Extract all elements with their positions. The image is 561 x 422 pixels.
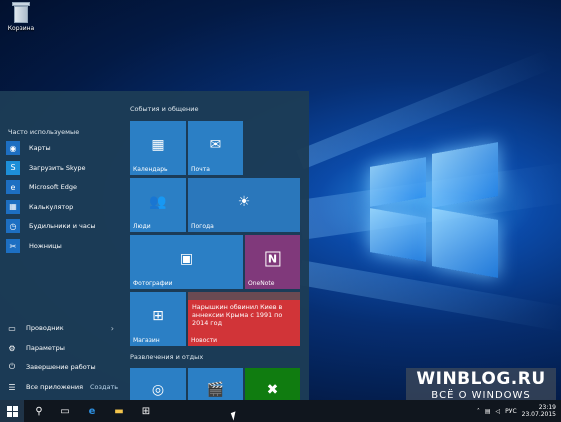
frequent-app-label: Ножницы bbox=[29, 242, 62, 250]
gear-icon: ⚙ bbox=[8, 343, 16, 353]
all-apps-label: Все приложения bbox=[26, 383, 84, 391]
system-tray: ˄ ▤ ◁ РУС 23:19 23.07.2015 bbox=[460, 400, 560, 422]
light-beam bbox=[296, 49, 555, 170]
tile-news[interactable]: Нарышкин обвинил Киев в аннексии Крыма с… bbox=[188, 292, 300, 346]
scissors-icon: ✂ bbox=[6, 239, 20, 253]
tile-calendar[interactable]: ▦ Календарь bbox=[130, 121, 186, 175]
disc-icon: ◎ bbox=[151, 382, 165, 399]
task-view-button[interactable]: ▭ bbox=[52, 400, 78, 422]
news-image bbox=[188, 292, 300, 300]
settings-label: Параметры bbox=[26, 344, 65, 352]
frequent-app-item[interactable]: ◉ Карты bbox=[6, 140, 120, 156]
volume-icon[interactable]: ◁ bbox=[496, 408, 501, 415]
xbox-icon: ✖ bbox=[266, 382, 279, 399]
tile-mail[interactable]: ✉ Почта bbox=[188, 121, 243, 175]
tile-photos-label: Фотографии bbox=[133, 280, 173, 287]
light-beam bbox=[297, 162, 561, 240]
taskbar: ⚲ ▭ e ▬ ⊞ ˄ ▤ ◁ РУС 23:19 23.07.2015 bbox=[0, 400, 561, 422]
tile-store-label: Магазин bbox=[133, 337, 160, 344]
skype-icon: S bbox=[6, 160, 20, 175]
windows-icon bbox=[6, 405, 18, 417]
tile-news-label: Новости bbox=[191, 337, 218, 344]
windows-logo-pane bbox=[370, 208, 426, 262]
tile-weather[interactable]: ☀ Погода bbox=[188, 178, 300, 232]
calendar-icon: ▦ bbox=[151, 137, 165, 154]
group-header-play: Развлечения и отдых bbox=[130, 353, 204, 361]
tile-calendar-label: Календарь bbox=[133, 166, 168, 173]
recycle-bin-label: Корзина bbox=[7, 25, 35, 32]
frequent-apps-header: Часто используемые bbox=[8, 128, 80, 136]
frequent-app-label: Загрузить Skype bbox=[29, 163, 86, 172]
frequent-app-item[interactable]: ✂ Ножницы bbox=[6, 238, 120, 254]
tile-onenote-label: OneNote bbox=[248, 280, 275, 287]
sun-icon: ☀ bbox=[237, 194, 251, 211]
task-view-icon: ▭ bbox=[60, 405, 70, 417]
power-label: Завершение работы bbox=[26, 363, 96, 371]
frequent-app-item[interactable]: e Microsoft Edge bbox=[6, 179, 120, 195]
store-bag-icon: ⊞ bbox=[141, 405, 151, 417]
tile-xbox[interactable]: ✖ bbox=[245, 368, 300, 400]
calculator-icon: ▦ bbox=[6, 199, 20, 214]
clapper-icon: 🎬 bbox=[206, 382, 225, 399]
mail-icon: ✉ bbox=[209, 137, 222, 154]
onenote-icon: N bbox=[264, 251, 281, 267]
tile-onenote[interactable]: N OneNote bbox=[245, 235, 300, 289]
watermark-title: WINBLOG.RU bbox=[416, 369, 546, 389]
clock-icon: ◷ bbox=[6, 219, 20, 234]
recycle-bin[interactable]: Корзина bbox=[4, 2, 38, 32]
light-beam bbox=[297, 260, 561, 332]
people-icon: 👥 bbox=[149, 194, 167, 211]
search-button[interactable]: ⚲ bbox=[26, 400, 52, 422]
group-header-life: События и общение bbox=[130, 105, 199, 113]
tile-people-label: Люди bbox=[133, 223, 151, 230]
language-indicator[interactable]: РУС bbox=[505, 408, 516, 415]
edge-icon: e bbox=[88, 405, 96, 417]
frequent-app-label: Будильники и часы bbox=[29, 222, 96, 231]
chevron-right-icon[interactable]: › bbox=[111, 324, 114, 333]
frequent-app-item[interactable]: S Загрузить Skype bbox=[6, 160, 120, 176]
store-taskbar-button[interactable]: ⊞ bbox=[133, 400, 159, 422]
power-icon: ⏻ bbox=[8, 362, 16, 371]
tile-photos[interactable]: ▣ Фотографии bbox=[130, 235, 243, 289]
tile-movies[interactable]: 🎬 bbox=[188, 368, 243, 400]
start-menu-left-panel: Часто используемые ◉ Карты S Загрузить Skyp… bbox=[0, 91, 122, 400]
power-item[interactable]: ⏻ Завершение работы bbox=[6, 359, 120, 375]
explorer-taskbar-button[interactable]: ▬ bbox=[106, 400, 132, 422]
start-menu: Часто используемые ◉ Карты S Загрузить Skyp… bbox=[0, 91, 309, 400]
start-button[interactable] bbox=[0, 400, 24, 422]
explorer-label: Проводник bbox=[26, 324, 64, 332]
network-icon[interactable]: ▤ bbox=[485, 408, 491, 415]
frequent-app-label: Калькулятор bbox=[29, 202, 74, 211]
settings-item[interactable]: ⚙ Параметры bbox=[6, 340, 120, 356]
photo-icon: ▣ bbox=[179, 251, 194, 268]
clock[interactable]: 23:19 23.07.2015 bbox=[522, 404, 556, 418]
edge-icon: e bbox=[6, 180, 20, 195]
frequent-app-label: Microsoft Edge bbox=[29, 183, 78, 192]
explorer-item[interactable]: ▭ Проводник › bbox=[6, 320, 120, 336]
new-label[interactable]: Создать bbox=[90, 383, 118, 391]
frequent-app-item[interactable]: ◷ Будильники и часы bbox=[6, 218, 120, 234]
frequent-app-item[interactable]: ▦ Калькулятор bbox=[6, 199, 120, 215]
tile-weather-label: Погода bbox=[191, 223, 214, 230]
windows-logo-pane bbox=[432, 208, 498, 278]
frequent-app-label: Карты bbox=[29, 144, 51, 152]
clock-date: 23.07.2015 bbox=[521, 411, 556, 418]
clock-time: 23:19 bbox=[538, 404, 556, 411]
chevron-up-icon[interactable]: ˄ bbox=[477, 408, 480, 415]
news-headline: Нарышкин обвинил Киев в аннексии Крыма с… bbox=[192, 303, 283, 327]
folder-icon: ▬ bbox=[114, 405, 124, 417]
edge-taskbar-button[interactable]: e bbox=[79, 400, 105, 422]
start-tiles: События и общение ▦ Календарь ✉ Почта 👥 … bbox=[122, 91, 309, 400]
tile-mail-label: Почта bbox=[191, 166, 210, 173]
search-icon: ⚲ bbox=[35, 405, 43, 417]
store-bag-icon: ⊞ bbox=[152, 308, 164, 325]
camera-icon: ◉ bbox=[6, 141, 20, 155]
tile-music[interactable]: ◎ bbox=[130, 368, 186, 400]
tile-people[interactable]: 👥 Люди bbox=[130, 178, 186, 232]
tile-store[interactable]: ⊞ Магазин bbox=[130, 292, 186, 346]
folder-icon: ▭ bbox=[8, 323, 16, 333]
list-icon: ☰ bbox=[8, 382, 16, 392]
recycle-bin-icon bbox=[12, 2, 30, 24]
